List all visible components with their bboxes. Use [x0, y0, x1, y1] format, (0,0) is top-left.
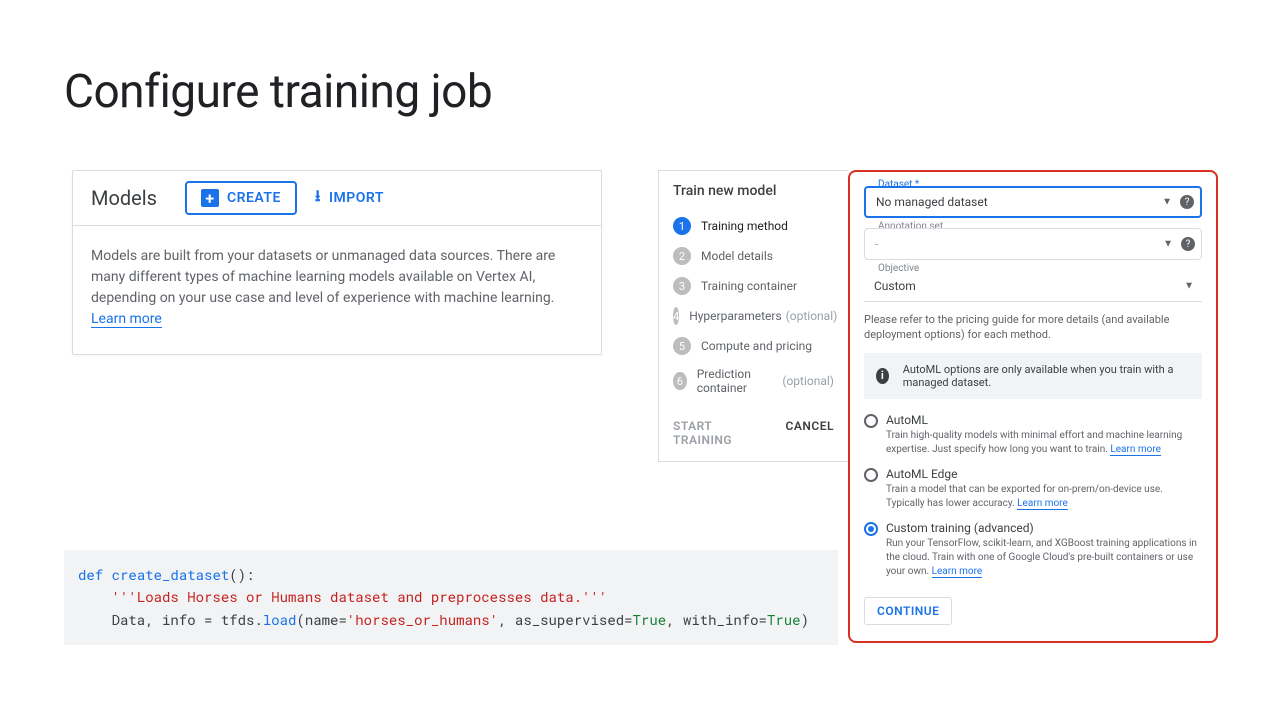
step-label: Hyperparameters: [689, 309, 781, 323]
help-icon[interactable]: ?: [1180, 195, 1194, 209]
dataset-value: No managed dataset: [876, 195, 988, 209]
learn-more-link[interactable]: Learn more: [91, 311, 162, 328]
help-icon[interactable]: ?: [1181, 237, 1195, 251]
train-wizard: Train new model 1 Training method 2 Mode…: [658, 170, 848, 462]
models-header: Models + CREATE ⭳ IMPORT: [73, 171, 601, 226]
step-number: 3: [673, 277, 691, 295]
objective-value: Custom: [874, 279, 916, 293]
code-text: ():: [229, 565, 254, 584]
models-panel: Models + CREATE ⭳ IMPORT Models are buil…: [72, 170, 602, 355]
chevron-down-icon: ▼: [1184, 280, 1194, 291]
step-prediction-container[interactable]: 6 Prediction container (optional): [659, 361, 848, 401]
code-string: 'horses_or_humans': [347, 610, 498, 629]
step-label: Training container: [701, 279, 797, 293]
code-method: load: [263, 610, 297, 629]
import-button-label: IMPORT: [329, 190, 384, 206]
code-text: , as_supervised=: [498, 610, 632, 629]
option-automl-edge[interactable]: AutoML Edge Train a model that can be ex…: [864, 467, 1202, 511]
models-heading: Models: [91, 186, 157, 210]
step-training-method[interactable]: 1 Training method: [659, 211, 848, 241]
code-text: ): [801, 610, 809, 629]
create-button-label: CREATE: [227, 190, 281, 206]
code-text: , with_info=: [666, 610, 767, 629]
step-label: Training method: [701, 219, 788, 233]
dataset-field: Dataset * No managed dataset ▼ ?: [864, 186, 1202, 218]
step-number: 5: [673, 337, 691, 355]
models-description-block: Models are built from your datasets or u…: [73, 226, 601, 354]
step-label: Prediction container: [697, 367, 779, 395]
learn-more-link[interactable]: Learn more: [932, 566, 983, 578]
start-training-button[interactable]: START TRAINING: [673, 419, 766, 447]
info-banner-text: AutoML options are only available when y…: [903, 363, 1190, 389]
objective-field: Objective Custom ▼: [864, 270, 1202, 302]
step-training-container[interactable]: 3 Training container: [659, 271, 848, 301]
code-text: (name=: [296, 610, 346, 629]
step-number: 4: [673, 307, 679, 325]
import-icon: ⭳: [315, 185, 321, 212]
info-banner: i AutoML options are only available when…: [864, 353, 1202, 399]
continue-button[interactable]: CONTINUE: [864, 597, 952, 625]
annotation-select[interactable]: - ▼ ?: [864, 228, 1202, 260]
page-title: Configure training job: [64, 65, 492, 119]
create-button[interactable]: + CREATE: [185, 181, 297, 215]
objective-select[interactable]: Custom ▼: [864, 270, 1202, 302]
option-automl[interactable]: AutoML Train high-quality models with mi…: [864, 413, 1202, 457]
radio-icon: [864, 414, 878, 428]
chevron-down-icon: ▼: [1162, 197, 1172, 208]
step-label: Compute and pricing: [701, 339, 812, 353]
code-text: Data, info = tfds.: [78, 610, 263, 629]
code-docstring: '''Loads Horses or Humans dataset and pr…: [112, 587, 608, 606]
radio-icon: [864, 522, 878, 536]
wizard-actions: START TRAINING CANCEL: [659, 401, 848, 461]
models-description: Models are built from your datasets or u…: [91, 248, 555, 306]
step-number: 1: [673, 217, 691, 235]
cancel-button[interactable]: CANCEL: [786, 419, 834, 447]
chevron-down-icon: ▼: [1163, 239, 1173, 250]
annotation-field: Annotation set - ▼ ?: [864, 228, 1202, 260]
dataset-select[interactable]: No managed dataset ▼ ?: [864, 186, 1202, 218]
import-button[interactable]: ⭳ IMPORT: [315, 185, 384, 212]
wizard-title: Train new model: [659, 171, 848, 211]
learn-more-link[interactable]: Learn more: [1110, 444, 1161, 456]
option-custom-training[interactable]: Custom training (advanced) Run your Tens…: [864, 521, 1202, 579]
code-bool: True: [767, 610, 801, 629]
annotation-value: -: [875, 237, 878, 251]
pricing-note: Please refer to the pricing guide for mo…: [864, 312, 1202, 343]
optional-tag: (optional): [786, 309, 838, 323]
option-title: Custom training (advanced): [886, 521, 1202, 535]
step-label: Model details: [701, 249, 773, 263]
step-number: 6: [673, 372, 687, 390]
step-number: 2: [673, 247, 691, 265]
learn-more-link[interactable]: Learn more: [1017, 498, 1068, 510]
option-title: AutoML: [886, 413, 1202, 427]
optional-tag: (optional): [782, 374, 834, 388]
step-model-details[interactable]: 2 Model details: [659, 241, 848, 271]
option-title: AutoML Edge: [886, 467, 1202, 481]
plus-icon: +: [201, 189, 219, 207]
code-snippet: def create_dataset(): '''Loads Horses or…: [64, 550, 838, 645]
step-compute-pricing[interactable]: 5 Compute and pricing: [659, 331, 848, 361]
code-keyword: def: [78, 565, 103, 584]
training-method-panel: Dataset * No managed dataset ▼ ? Annotat…: [848, 170, 1218, 643]
step-hyperparameters[interactable]: 4 Hyperparameters (optional): [659, 301, 848, 331]
code-function-name: create_dataset: [112, 565, 230, 584]
info-icon: i: [876, 368, 889, 384]
code-bool: True: [633, 610, 667, 629]
radio-icon: [864, 468, 878, 482]
